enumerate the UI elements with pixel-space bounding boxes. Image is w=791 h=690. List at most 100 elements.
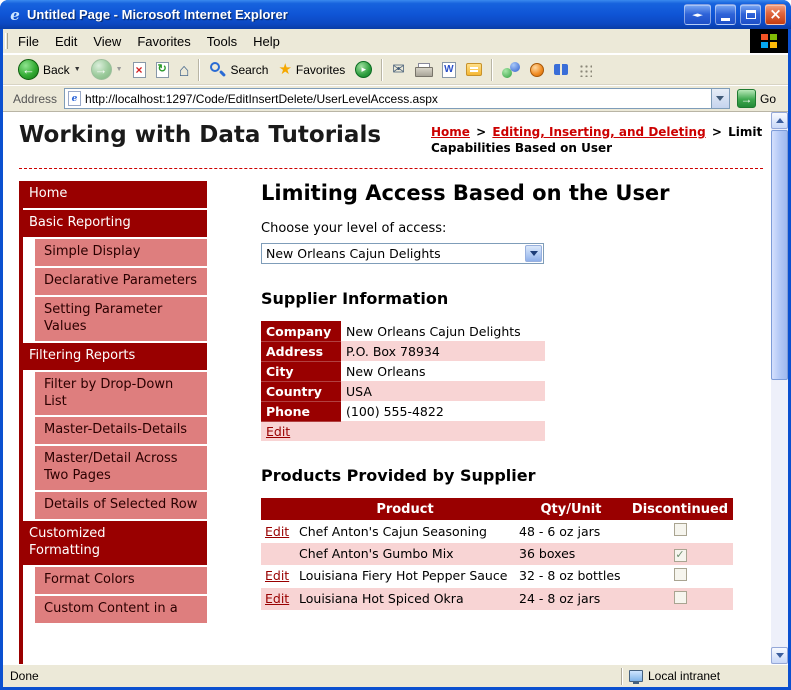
go-button[interactable]: → Go (735, 89, 784, 108)
stop-button[interactable]: × (129, 60, 150, 80)
access-level-select[interactable]: New Orleans Cajun Delights (261, 243, 544, 265)
binoculars-icon (553, 64, 568, 75)
discuss-button[interactable] (462, 61, 486, 78)
breadcrumb: Home > Editing, Inserting, and Deleting … (431, 124, 763, 156)
sidebar-item-basic-reporting[interactable]: Basic Reporting (19, 210, 207, 238)
close-button[interactable]: × (765, 4, 786, 25)
research-button[interactable] (550, 62, 572, 77)
back-button[interactable]: ← Back ▼ (14, 57, 85, 82)
address-input[interactable]: e http://localhost:1297/Code/EditInsertD… (64, 88, 730, 109)
home-button[interactable]: ⌂ (175, 59, 194, 81)
sidebar-item-details-of-selected-row[interactable]: Details of Selected Row (35, 492, 207, 519)
status-message-pane: Done (3, 669, 621, 683)
site-title: Working with Data Tutorials (19, 122, 382, 148)
table-row: Company New Orleans Cajun Delights (261, 321, 545, 342)
scroll-down-button[interactable] (771, 647, 788, 664)
toolbar-separator (198, 58, 201, 81)
forward-button[interactable]: → ▼ (87, 57, 127, 82)
scroll-up-button[interactable] (771, 112, 788, 129)
table-row: Edit Louisiana Fiery Hot Pepper Sauce 32… (261, 565, 733, 588)
go-label: Go (759, 91, 776, 106)
address-label: Address (13, 91, 58, 106)
discontinued-checkbox: ✓ (673, 523, 687, 537)
products-header-discontinued: Discontinued (627, 498, 733, 521)
product-name-cell: Chef Anton's Gumbo Mix (295, 543, 515, 565)
sidebar-item-master-details-details[interactable]: Master-Details-Details (35, 417, 207, 445)
discontinued-checkbox: ✓ (673, 590, 687, 604)
menu-tools[interactable]: Tools (199, 29, 245, 53)
product-discontinued-cell: ✓ (627, 543, 733, 565)
product-edit-cell: Edit (261, 587, 295, 611)
menu-edit[interactable]: Edit (47, 29, 85, 53)
select-selected-value: New Orleans Cajun Delights (266, 246, 441, 262)
menu-help[interactable]: Help (245, 29, 288, 53)
products-header-qty: Qty/Unit (515, 498, 627, 521)
standard-buttons-toolbar: ← Back ▼ → ▼ × ↻ ⌂ Search ★ Favorites ▸ (3, 54, 788, 85)
address-dropdown-button[interactable] (710, 89, 729, 108)
sidebar-item-custom-content[interactable]: Custom Content in a (35, 595, 207, 623)
vertical-scrollbar[interactable] (771, 112, 788, 664)
supplier-field-value: P.O. Box 78934 (341, 341, 545, 362)
sidebar-item-home[interactable]: Home (19, 181, 207, 209)
page-favicon: e (68, 91, 82, 106)
window-title: Untitled Page - Microsoft Internet Explo… (27, 7, 288, 22)
product-edit-link[interactable]: Edit (265, 591, 289, 606)
forward-caret-icon: ▼ (115, 66, 123, 73)
mail-button[interactable]: ✉ (388, 60, 409, 79)
maximize-icon (745, 10, 756, 19)
edit-with-word-button[interactable]: W (438, 60, 460, 80)
product-qty-cell: 48 - 6 oz jars (519, 523, 601, 539)
sidebar-item-filter-by-drop-down-list[interactable]: Filter by Drop-Down List (35, 371, 207, 416)
go-icon: → (736, 89, 756, 108)
product-edit-link[interactable]: Edit (265, 524, 289, 539)
minimize-icon (721, 17, 730, 21)
supplier-details-table: Company New Orleans Cajun Delights Addre… (261, 321, 545, 442)
sidebar-item-setting-parameter-values[interactable]: Setting Parameter Values (35, 296, 207, 341)
maximize-button[interactable] (740, 4, 761, 25)
favorites-button[interactable]: ★ Favorites (274, 60, 349, 79)
sidebar-item-filtering-reports[interactable]: Filtering Reports (19, 342, 207, 370)
sidebar-item-declarative-parameters[interactable]: Declarative Parameters (35, 268, 207, 295)
search-icon (209, 61, 227, 78)
menu-file[interactable]: File (10, 29, 47, 53)
print-button[interactable] (411, 61, 436, 79)
status-bar: Done Local intranet (3, 664, 788, 687)
search-label: Search (230, 62, 269, 77)
supplier-field-label: City (261, 361, 341, 382)
media-button[interactable]: ▸ (351, 59, 376, 80)
title-bar[interactable]: e Untitled Page - Microsoft Internet Exp… (0, 0, 791, 29)
product-edit-cell: Edit (261, 565, 295, 588)
table-row: Edit Louisiana Hot Spiced Okra 24 - 8 oz… (261, 587, 733, 611)
messenger-button[interactable] (498, 60, 524, 80)
breadcrumb-home-link[interactable]: Home (431, 125, 470, 139)
msn-button[interactable] (526, 61, 548, 79)
product-edit-link[interactable]: Edit (265, 568, 289, 583)
table-row: Edit Chef Anton's Cajun Seasoning 48 - 6… (261, 520, 733, 543)
grid-button[interactable] (574, 61, 596, 79)
titlebar-arrows-button[interactable]: ◄► (684, 4, 711, 25)
product-edit-cell (261, 543, 295, 565)
menu-favorites[interactable]: Favorites (129, 29, 198, 53)
menubar-grip[interactable] (5, 33, 8, 49)
messenger-icon (501, 61, 520, 78)
refresh-button[interactable]: ↻ (152, 60, 173, 80)
sidebar-item-customized-formatting[interactable]: Customized Formatting (19, 520, 207, 565)
menu-view[interactable]: View (85, 29, 129, 53)
product-qty-cell: 32 - 8 oz bottles (519, 568, 621, 584)
search-button[interactable]: Search (205, 59, 272, 80)
product-name-cell: Chef Anton's Cajun Seasoning (299, 523, 487, 539)
products-heading: Products Provided by Supplier (261, 466, 536, 486)
sidebar-item-master-detail-across-two-pages[interactable]: Master/Detail Across Two Pages (35, 446, 207, 491)
scrollbar-track[interactable] (771, 129, 788, 647)
stop-icon: × (132, 61, 146, 78)
sidebar-item-format-colors[interactable]: Format Colors (35, 566, 207, 594)
table-row: Edit (261, 421, 545, 442)
product-edit-cell: Edit (261, 520, 295, 543)
msn-icon (529, 62, 544, 77)
minimize-button[interactable] (715, 4, 736, 25)
sidebar-item-simple-display[interactable]: Simple Display (35, 239, 207, 267)
supplier-edit-link[interactable]: Edit (266, 424, 290, 439)
supplier-field-label: Phone (261, 401, 341, 422)
scrollbar-thumb[interactable] (771, 130, 788, 380)
breadcrumb-section-link[interactable]: Editing, Inserting, and Deleting (492, 125, 705, 139)
